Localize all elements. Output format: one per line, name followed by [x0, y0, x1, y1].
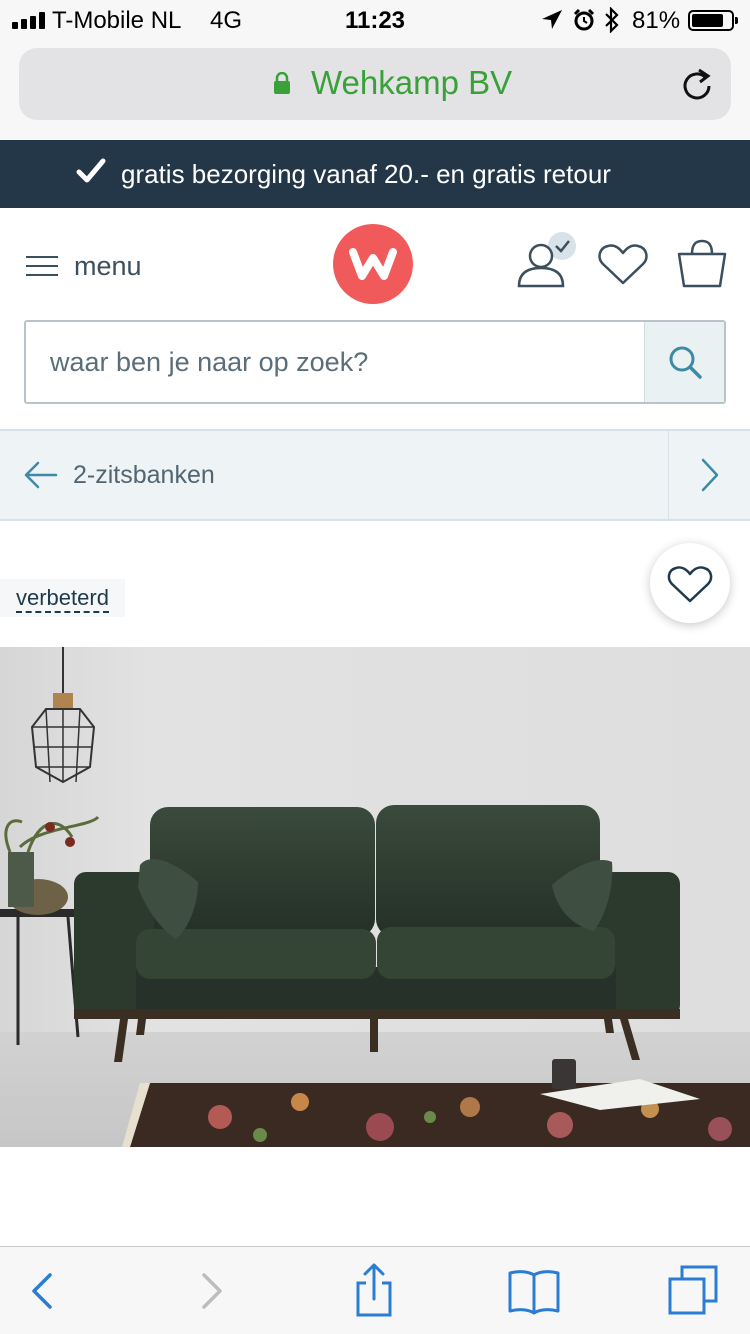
reload-icon[interactable]	[679, 66, 715, 102]
battery-percent: 81%	[632, 7, 681, 34]
account-icon[interactable]	[515, 230, 579, 290]
forward-icon[interactable]	[180, 1261, 240, 1321]
promo-banner: gratis bezorging vanaf 20.- en gratis re…	[0, 140, 750, 208]
browser-top-bar: Wehkamp BV	[0, 40, 750, 140]
bookmarks-icon[interactable]	[504, 1261, 564, 1321]
menu-button[interactable]: menu	[26, 246, 142, 286]
menu-label: menu	[74, 250, 142, 281]
url-domain: Wehkamp BV	[311, 64, 513, 101]
product-image[interactable]	[0, 647, 750, 1147]
logo-w-glyph	[349, 248, 397, 280]
status-bar: T-Mobile NL 4G 11:23 81%	[0, 0, 750, 40]
breadcrumb-back-link[interactable]: 2-zitsbanken	[0, 431, 668, 519]
badge-label: verbeterd	[16, 585, 109, 613]
back-icon[interactable]	[14, 1261, 74, 1321]
bluetooth-icon	[605, 7, 619, 33]
location-icon	[542, 10, 562, 29]
battery-icon	[688, 10, 738, 31]
check-icon	[76, 158, 106, 183]
tabs-icon[interactable]	[664, 1261, 724, 1321]
heart-icon[interactable]	[597, 242, 649, 286]
status-badge[interactable]: verbeterd	[0, 579, 125, 617]
alarm-icon	[573, 8, 595, 31]
bag-icon[interactable]	[676, 238, 728, 290]
hamburger-icon	[26, 256, 58, 276]
heart-icon	[667, 566, 713, 603]
breadcrumb-label: 2-zitsbanken	[73, 461, 215, 489]
share-icon[interactable]	[344, 1261, 404, 1321]
site-header: menu	[0, 208, 750, 428]
breadcrumb: 2-zitsbanken	[0, 429, 750, 521]
address-bar[interactable]: Wehkamp BV	[19, 48, 731, 120]
chevron-right-icon	[701, 458, 719, 492]
arrow-left-icon	[24, 461, 58, 489]
search-input[interactable]	[26, 322, 644, 402]
browser-toolbar	[0, 1246, 750, 1334]
breadcrumb-next-button[interactable]	[668, 431, 750, 519]
search-icon	[669, 346, 702, 379]
search-button[interactable]	[644, 322, 724, 402]
promo-text: gratis bezorging vanaf 20.- en gratis re…	[121, 159, 611, 189]
add-to-wishlist-button[interactable]	[650, 543, 730, 623]
lock-icon	[274, 72, 290, 94]
search-box	[24, 320, 726, 404]
sofa-photo	[0, 647, 750, 1147]
wehkamp-logo[interactable]	[333, 224, 413, 304]
